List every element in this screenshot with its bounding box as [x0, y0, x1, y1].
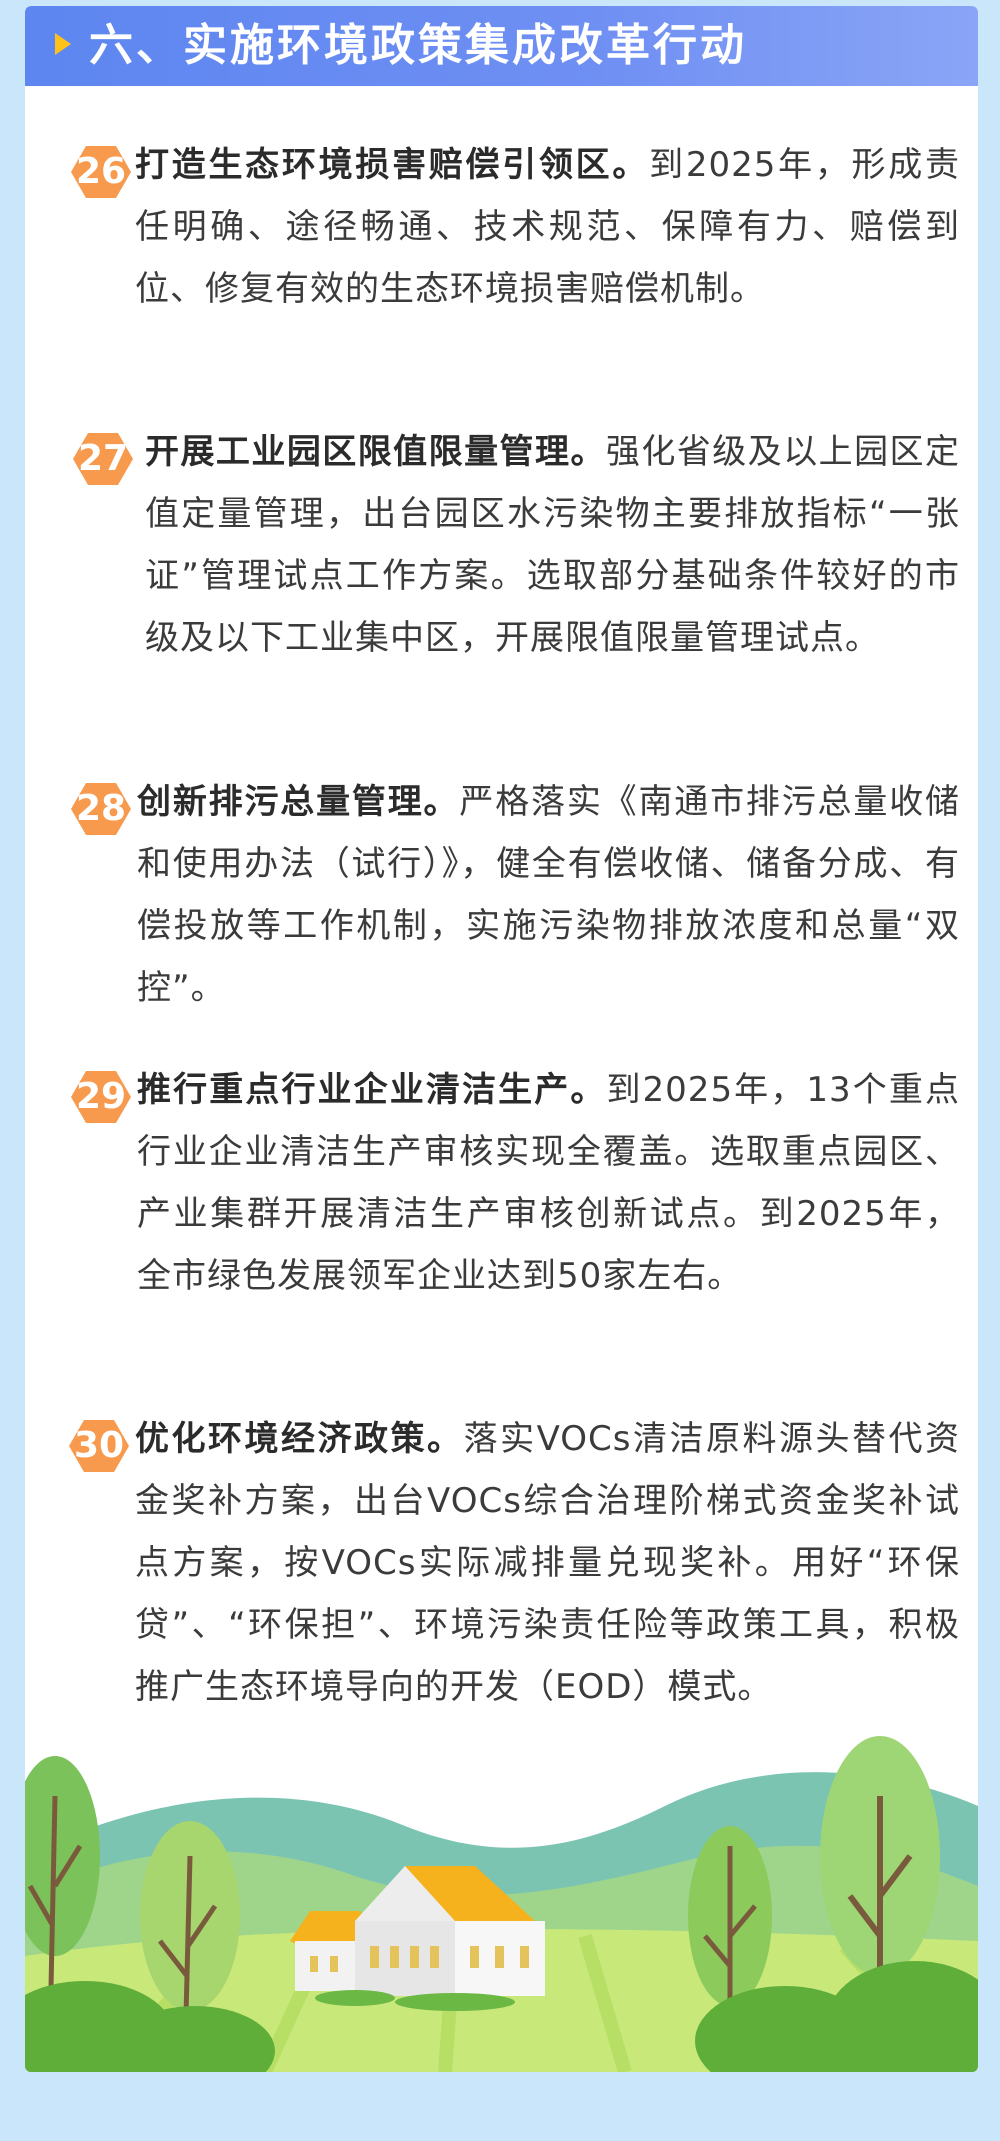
list-item: 28 创新排污总量管理。严格落实《南通市排污总量收储和使用办法（试行）》，健全有… [25, 771, 978, 1031]
item-title: 开展工业园区限值限量管理。 [145, 432, 606, 472]
item-text: 创新排污总量管理。严格落实《南通市排污总量收储和使用办法（试行）》，健全有偿收储… [137, 771, 960, 1019]
item-title: 创新排污总量管理。 [137, 782, 460, 822]
list-item: 30 优化环境经济政策。落实VOCs清洁原料源头替代资金奖补方案，出台VOCs综… [25, 1408, 978, 1728]
item-number-badge: 28 [71, 783, 131, 835]
section-header: 六、实施环境政策集成改革行动 [25, 6, 978, 86]
landscape-illustration [25, 1736, 978, 2072]
item-number-badge: 30 [69, 1420, 129, 1472]
item-text: 开展工业园区限值限量管理。强化省级及以上园区定值定量管理，出台园区水污染物主要排… [145, 421, 960, 669]
item-title: 优化环境经济政策。 [135, 1419, 464, 1459]
item-text: 优化环境经济政策。落实VOCs清洁原料源头替代资金奖补方案，出台VOCs综合治理… [135, 1408, 960, 1718]
item-number-badge: 29 [71, 1071, 131, 1123]
item-title: 打造生态环境损害赔偿引领区。 [135, 145, 650, 185]
content-card: 六、实施环境政策集成改革行动 26 打造生态环境损害赔偿引领区。到2025年，形… [25, 6, 978, 2072]
section-title: 六、实施环境政策集成改革行动 [89, 20, 747, 71]
item-body: 落实VOCs清洁原料源头替代资金奖补方案，出台VOCs综合治理阶梯式资金奖补试点… [135, 1419, 960, 1707]
list-item: 29 推行重点行业企业清洁生产。到2025年，13个重点行业企业清洁生产审核实现… [25, 1059, 978, 1379]
item-number-badge: 27 [73, 433, 133, 485]
list-item: 27 开展工业园区限值限量管理。强化省级及以上园区定值定量管理，出台园区水污染物… [25, 421, 978, 741]
item-text: 打造生态环境损害赔偿引领区。到2025年，形成责任明确、途径畅通、技术规范、保障… [135, 134, 960, 320]
item-number-badge: 26 [71, 146, 131, 198]
triangle-arrow-icon [55, 33, 71, 55]
item-title: 推行重点行业企业清洁生产。 [137, 1070, 607, 1110]
list-item: 26 打造生态环境损害赔偿引领区。到2025年，形成责任明确、途径畅通、技术规范… [25, 134, 978, 394]
item-text: 推行重点行业企业清洁生产。到2025年，13个重点行业企业清洁生产审核实现全覆盖… [137, 1059, 960, 1307]
